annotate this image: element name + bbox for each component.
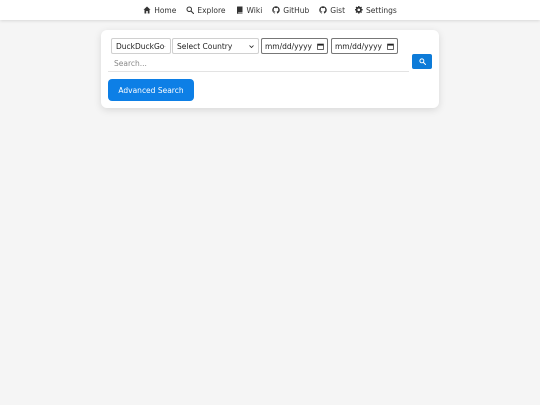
- nav-wiki-label: Wiki: [246, 5, 263, 15]
- top-navigation: Home Explore Wiki GitHub Gist Settings: [0, 0, 540, 20]
- nav-explore-label: Explore: [197, 5, 226, 15]
- nav-wiki[interactable]: Wiki: [236, 5, 263, 15]
- date-from-input[interactable]: mm/dd/yyyy: [261, 38, 328, 54]
- chevron-down-icon: [249, 44, 254, 48]
- advanced-search-button[interactable]: Advanced Search: [108, 79, 194, 101]
- nav-github[interactable]: GitHub: [272, 6, 309, 15]
- calendar-icon: [317, 43, 324, 50]
- nav-gist[interactable]: Gist: [319, 6, 345, 15]
- github-icon: [272, 6, 281, 14]
- nav-gist-label: Gist: [330, 5, 346, 15]
- engine-select-value: DuckDuckGo: [116, 41, 165, 51]
- date-to-input[interactable]: mm/dd/yyyy: [331, 38, 398, 54]
- home-icon: [143, 6, 151, 14]
- nav-settings[interactable]: Settings: [355, 6, 397, 15]
- search-icon: [418, 58, 426, 65]
- github-icon: [319, 6, 328, 14]
- chevron-down-icon: [164, 45, 166, 47]
- nav-home-label: Home: [154, 5, 177, 15]
- nav-home[interactable]: Home: [143, 6, 176, 15]
- book-icon: [236, 6, 243, 14]
- engine-select[interactable]: DuckDuckGo: [111, 38, 171, 54]
- search-button[interactable]: [412, 54, 432, 69]
- nav-settings-label: Settings: [366, 5, 397, 15]
- search-panel: DuckDuckGo Select Country mm/dd/yyyy mm/…: [101, 30, 439, 108]
- search-input[interactable]: [108, 56, 409, 72]
- calendar-icon: [387, 43, 394, 50]
- country-select-value: Select Country: [177, 41, 233, 51]
- date-from-value: mm/dd/yyyy: [265, 41, 312, 51]
- gear-icon: [355, 6, 363, 14]
- nav-github-label: GitHub: [283, 5, 310, 15]
- country-select[interactable]: Select Country: [172, 38, 259, 54]
- date-to-value: mm/dd/yyyy: [335, 41, 382, 51]
- nav-explore[interactable]: Explore: [186, 5, 226, 15]
- search-icon: [186, 6, 195, 14]
